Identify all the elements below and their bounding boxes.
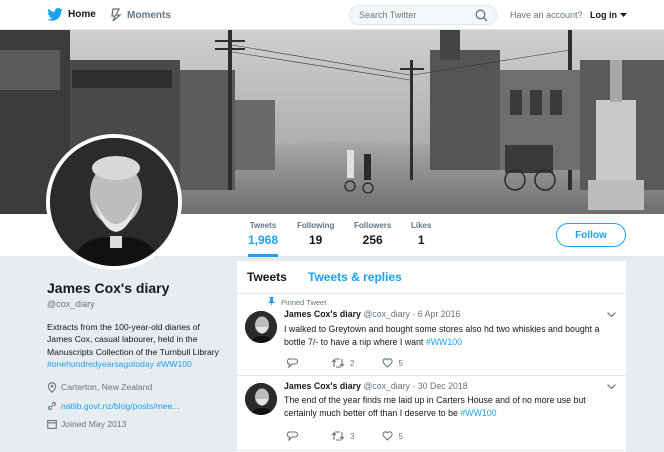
tweet-timeline: Tweets Tweets & replies Pinned Tweet Jam… [237,261,626,452]
profile-bio-text: Extracts from the 100-year-old diaries o… [47,322,219,357]
retweet-button[interactable]: 3 [331,431,354,441]
profile-joined-text: Joined May 2013 [61,418,127,429]
tweet-header: James Cox's diary @cox_diary · 30 Dec 20… [284,381,468,391]
retweet-count: 3 [350,431,355,441]
chevron-down-icon[interactable] [607,312,616,318]
tweet-text: I walked to Greytown and bought some sto… [284,323,619,348]
tweet-author-meta[interactable]: @cox_diary · 6 Apr 2016 [363,309,460,319]
bio-hashtag-ww100[interactable]: #WW100 [156,359,191,369]
stat-tweets-value: 1,968 [248,233,279,247]
heart-icon [382,431,394,441]
pin-icon [268,297,275,307]
reply-button[interactable] [287,358,303,368]
tweet-actions: 2 5 [287,358,431,368]
reply-icon [287,358,298,368]
calendar-icon [47,419,57,429]
tweet-item[interactable]: Pinned Tweet James Cox's diary @cox_diar… [237,294,626,376]
follow-button[interactable]: Follow [556,223,626,247]
stat-followers-value: 256 [362,233,383,247]
tweet-text-body: The end of the year finds me laid up in … [284,395,586,418]
heart-icon [382,358,394,368]
timeline-tabs: Tweets Tweets & replies [237,261,626,294]
profile-info: James Cox's diary @cox_diary Extracts fr… [47,280,227,429]
profile-bio: Extracts from the 100-year-old diaries o… [47,321,227,371]
nav-home-label: Home [68,9,96,20]
login-button[interactable]: Log in [590,10,627,20]
pinned-indicator: Pinned Tweet [268,297,326,307]
like-button[interactable]: 5 [382,358,403,368]
retweet-count: 2 [350,358,355,368]
tab-tweets[interactable]: Tweets [247,270,287,284]
retweet-button[interactable]: 2 [331,358,354,368]
login-label: Log in [590,10,617,20]
profile-name: James Cox's diary [47,280,170,296]
retweet-icon [331,431,345,441]
stat-likes-label: Likes [411,221,432,230]
stat-following-label: Following [297,221,335,230]
stat-followers[interactable]: Followers 256 [354,221,391,247]
like-count: 5 [398,358,403,368]
stat-tweets[interactable]: Tweets 1,968 [248,221,279,257]
tweet-actions: 3 5 [287,431,431,441]
tweet-author-meta[interactable]: @cox_diary · 30 Dec 2018 [363,381,467,391]
stat-tweets-label: Tweets [249,221,277,230]
like-count: 5 [398,431,403,441]
search-icon[interactable] [475,9,488,22]
stat-likes-value: 1 [417,233,425,247]
tweet-avatar[interactable] [245,311,277,343]
profile-avatar[interactable] [46,134,182,270]
stat-followers-label: Followers [354,221,392,230]
nav-home[interactable]: Home [47,8,96,21]
stat-following[interactable]: Following 19 [297,221,334,247]
nav-moments[interactable]: Moments [110,8,171,22]
tweet-author-name[interactable]: James Cox's diary [284,309,361,319]
retweet-icon [331,358,345,368]
bio-hashtag-onehundred[interactable]: #onehundredyearsagotoday [47,359,154,369]
profile-location: Carterton, New Zealand [47,381,227,393]
tweet-item[interactable]: James Cox's diary @cox_diary · 30 Dec 20… [237,376,626,451]
profile-url[interactable]: natlib.govt.nz/blog/posts/mee... [47,401,227,411]
like-button[interactable]: 5 [382,431,403,441]
tweet-text: The end of the year finds me laid up in … [284,394,619,419]
moments-icon [111,8,122,22]
reply-icon [287,431,298,441]
search-box[interactable] [349,5,497,25]
nav-moments-label: Moments [127,9,171,21]
location-icon [47,381,57,393]
profile-handle: @cox_diary [47,299,95,309]
tweet-header: James Cox's diary @cox_diary · 6 Apr 201… [284,309,460,319]
reply-button[interactable] [287,431,303,441]
account-prompt: Have an account? [510,10,583,20]
link-icon [47,401,57,410]
chevron-down-icon[interactable] [607,384,616,390]
tweet-avatar[interactable] [245,383,277,415]
tweet-author-name[interactable]: James Cox's diary [284,381,361,391]
pinned-label: Pinned Tweet [281,297,327,307]
tweet-hashtag[interactable]: #WW100 [460,408,496,418]
profile-location-text: Carterton, New Zealand [61,382,153,393]
tab-tweets-and-replies[interactable]: Tweets & replies [308,270,402,284]
stat-likes[interactable]: Likes 1 [411,221,431,247]
twitter-bird-icon [47,8,63,21]
profile-url-link[interactable]: natlib.govt.nz/blog/posts/mee... [61,401,179,411]
stat-following-value: 19 [308,233,323,247]
search-input[interactable] [359,10,469,20]
tweet-hashtag[interactable]: #WW100 [426,337,462,347]
chevron-down-icon [619,13,627,17]
top-navigation-bar: Home Moments Have an account? Log in [0,0,664,30]
profile-joined: Joined May 2013 [47,419,227,429]
